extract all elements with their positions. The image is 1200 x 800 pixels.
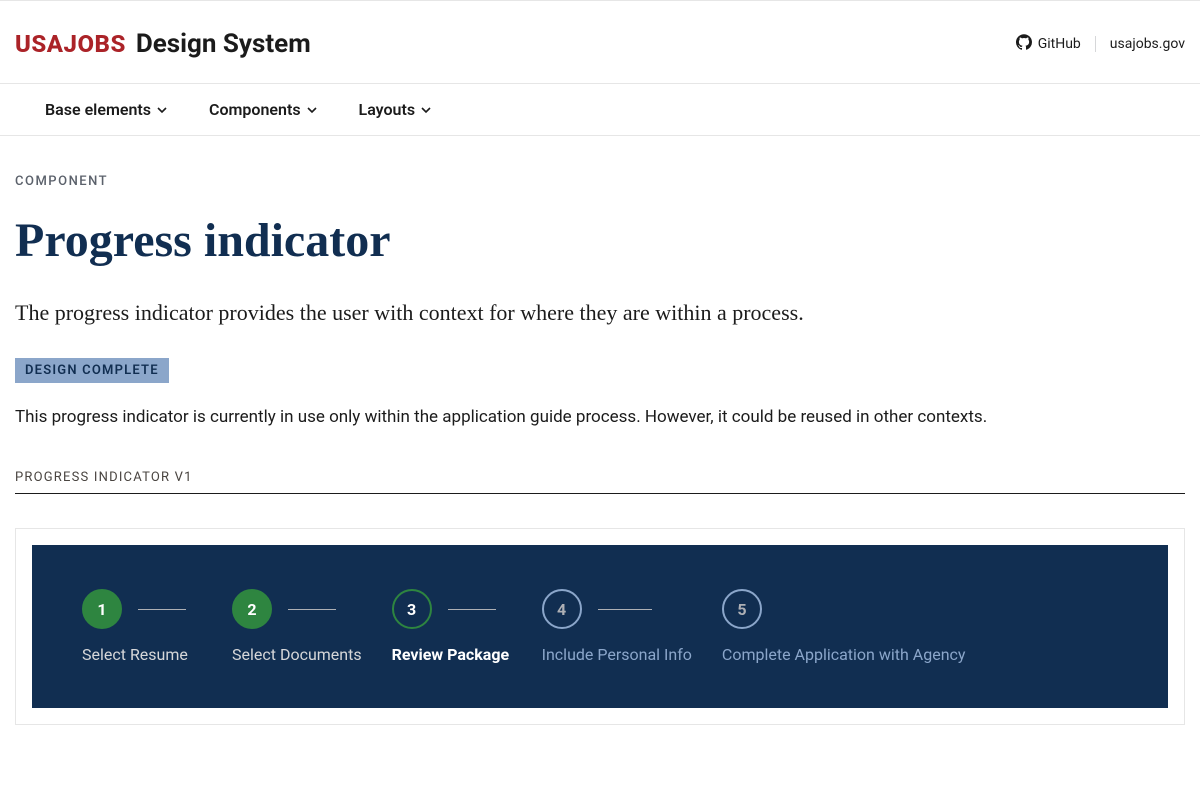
step-label: Complete Application with Agency (722, 645, 966, 664)
step-circle: 1 (82, 589, 122, 629)
logo-brand: USAJOBS (15, 30, 126, 58)
step-connector (598, 609, 652, 610)
nav-item-label: Components (209, 100, 301, 119)
example-frame: 1 Select Resume 2 Select Documents (15, 528, 1185, 725)
nav-item-label: Base elements (45, 100, 151, 119)
progress-step-2[interactable]: 2 Select Documents (232, 589, 362, 664)
usajobs-link[interactable]: usajobs.gov (1110, 36, 1185, 52)
github-link[interactable]: GitHub (1016, 34, 1081, 54)
step-circle: 4 (542, 589, 582, 629)
logo-suffix: Design System (136, 29, 311, 59)
usajobs-link-label: usajobs.gov (1110, 36, 1185, 52)
step-label: Select Documents (232, 645, 362, 664)
step-connector (448, 609, 496, 610)
progress-step-1[interactable]: 1 Select Resume (82, 589, 202, 664)
primary-nav: Base elements Components Layouts (0, 83, 1200, 136)
example-section-label: PROGRESS INDICATOR V1 (15, 470, 1185, 494)
site-logo[interactable]: USAJOBS Design System (15, 29, 311, 59)
step-label: Select Resume (82, 645, 188, 664)
step-circle: 2 (232, 589, 272, 629)
page-content: COMPONENT Progress indicator The progres… (15, 136, 1185, 765)
chevron-down-icon (421, 100, 431, 119)
nav-base-elements[interactable]: Base elements (45, 100, 167, 119)
progress-indicator: 1 Select Resume 2 Select Documents (32, 545, 1168, 708)
site-header: USAJOBS Design System GitHub usajobs.gov (15, 1, 1185, 83)
progress-step-3[interactable]: 3 Review Package (392, 589, 512, 664)
step-connector (138, 609, 186, 610)
github-icon (1016, 34, 1032, 54)
header-divider (1095, 36, 1096, 52)
page-title: Progress indicator (15, 215, 1185, 268)
nav-layouts[interactable]: Layouts (359, 100, 432, 119)
nav-components[interactable]: Components (209, 100, 317, 119)
chevron-down-icon (157, 100, 167, 119)
step-label: Review Package (392, 645, 510, 664)
step-circle: 3 (392, 589, 432, 629)
step-label: Include Personal Info (542, 645, 692, 664)
step-connector (288, 609, 336, 610)
step-circle: 5 (722, 589, 762, 629)
status-badge: DESIGN COMPLETE (15, 358, 169, 383)
progress-step-4[interactable]: 4 Include Personal Info (542, 589, 692, 664)
github-label: GitHub (1038, 36, 1081, 52)
chevron-down-icon (307, 100, 317, 119)
page-eyebrow: COMPONENT (15, 174, 1185, 189)
progress-step-5[interactable]: 5 Complete Application with Agency (722, 589, 966, 664)
nav-item-label: Layouts (359, 100, 416, 119)
page-lead: The progress indicator provides the user… (15, 296, 915, 330)
header-links: GitHub usajobs.gov (1016, 34, 1185, 54)
page-body: This progress indicator is currently in … (15, 405, 1185, 431)
